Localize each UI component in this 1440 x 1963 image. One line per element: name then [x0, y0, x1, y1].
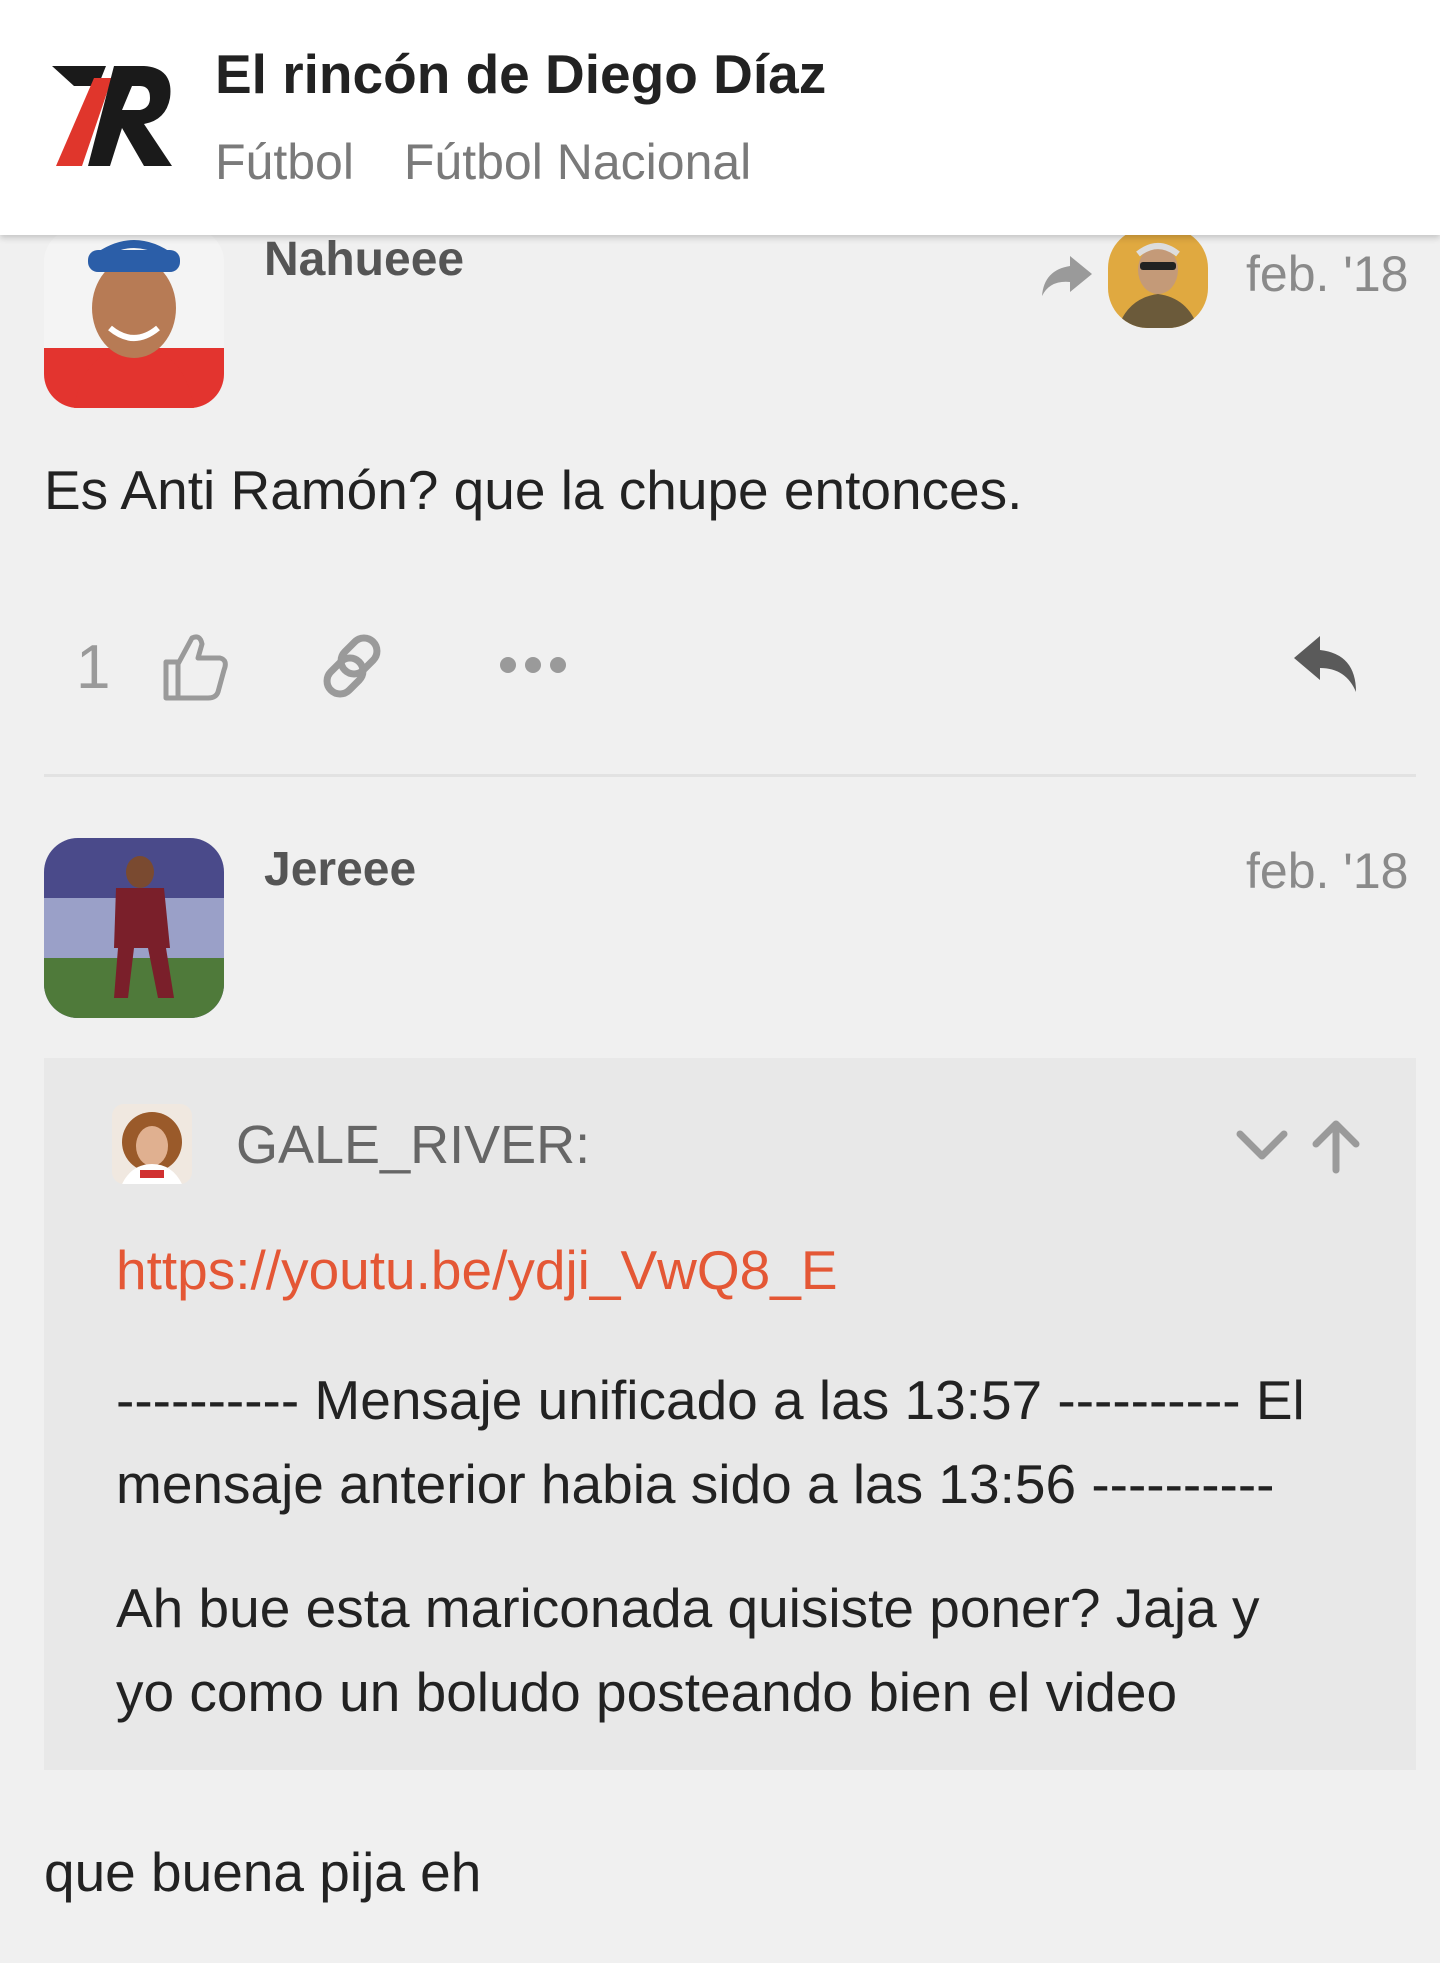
post-actions: 1	[0, 620, 1440, 710]
link-icon[interactable]	[316, 630, 388, 702]
quote-line: yo como un boludo posteando bien el vide…	[116, 1661, 1178, 1723]
breadcrumb: Fútbol Fútbol Nacional	[215, 133, 787, 191]
quote-author[interactable]: GALE_RIVER:	[236, 1114, 590, 1176]
reply-icon[interactable]	[1290, 632, 1362, 696]
post-divider	[44, 774, 1416, 777]
post-date[interactable]: feb. '18	[1246, 842, 1408, 900]
quote-line: mensaje anterior habia sido a las 13:56 …	[116, 1453, 1275, 1515]
like-icon[interactable]	[160, 630, 230, 702]
post-avatar-nahueee[interactable]	[44, 228, 224, 408]
topic-header: El rincón de Diego Díaz Fútbol Fútbol Na…	[0, 0, 1440, 235]
topic-content: Nahueee feb. '18 Es Anti Ramón? que la c…	[0, 0, 1440, 1963]
post-avatar-jereee[interactable]	[44, 838, 224, 1018]
reply-arrow-icon	[1038, 252, 1094, 300]
reply-to-avatar[interactable]	[1108, 228, 1208, 328]
like-count[interactable]: 1	[76, 632, 110, 703]
quote-avatar[interactable]	[112, 1104, 192, 1184]
quote-block: GALE_RIVER: https://youtu.be/ydji_VwQ8_E…	[44, 1058, 1416, 1770]
avatar-image	[1108, 228, 1208, 328]
chevron-down-icon[interactable]	[1236, 1128, 1288, 1162]
quote-paragraph-1: ---------- Mensaje unificado a las 13:57…	[116, 1358, 1356, 1526]
post-username[interactable]: Jereee	[264, 842, 416, 897]
breadcrumb-category[interactable]: Fútbol	[215, 134, 354, 190]
post-date[interactable]: feb. '18	[1246, 245, 1408, 303]
quote-line: ---------- Mensaje unificado a las 13:57…	[116, 1369, 1305, 1431]
avatar-image	[112, 1104, 192, 1184]
topic-title[interactable]: El rincón de Diego Díaz	[215, 42, 826, 106]
arrow-up-icon[interactable]	[1310, 1118, 1362, 1174]
site-logo[interactable]	[48, 58, 178, 172]
more-options-icon[interactable]	[498, 654, 568, 676]
quote-line: Ah bue esta mariconada quisiste poner? J…	[116, 1577, 1260, 1639]
avatar-image	[44, 838, 224, 1018]
post-body: que buena pija eh	[44, 1841, 482, 1903]
quote-link[interactable]: https://youtu.be/ydji_VwQ8_E	[116, 1238, 838, 1302]
avatar-image	[44, 228, 224, 408]
quote-paragraph-2: Ah bue esta mariconada quisiste poner? J…	[116, 1566, 1356, 1734]
breadcrumb-subcategory[interactable]: Fútbol Nacional	[404, 134, 751, 190]
post-body: Es Anti Ramón? que la chupe entonces.	[44, 459, 1023, 521]
post-username[interactable]: Nahueee	[264, 232, 464, 287]
